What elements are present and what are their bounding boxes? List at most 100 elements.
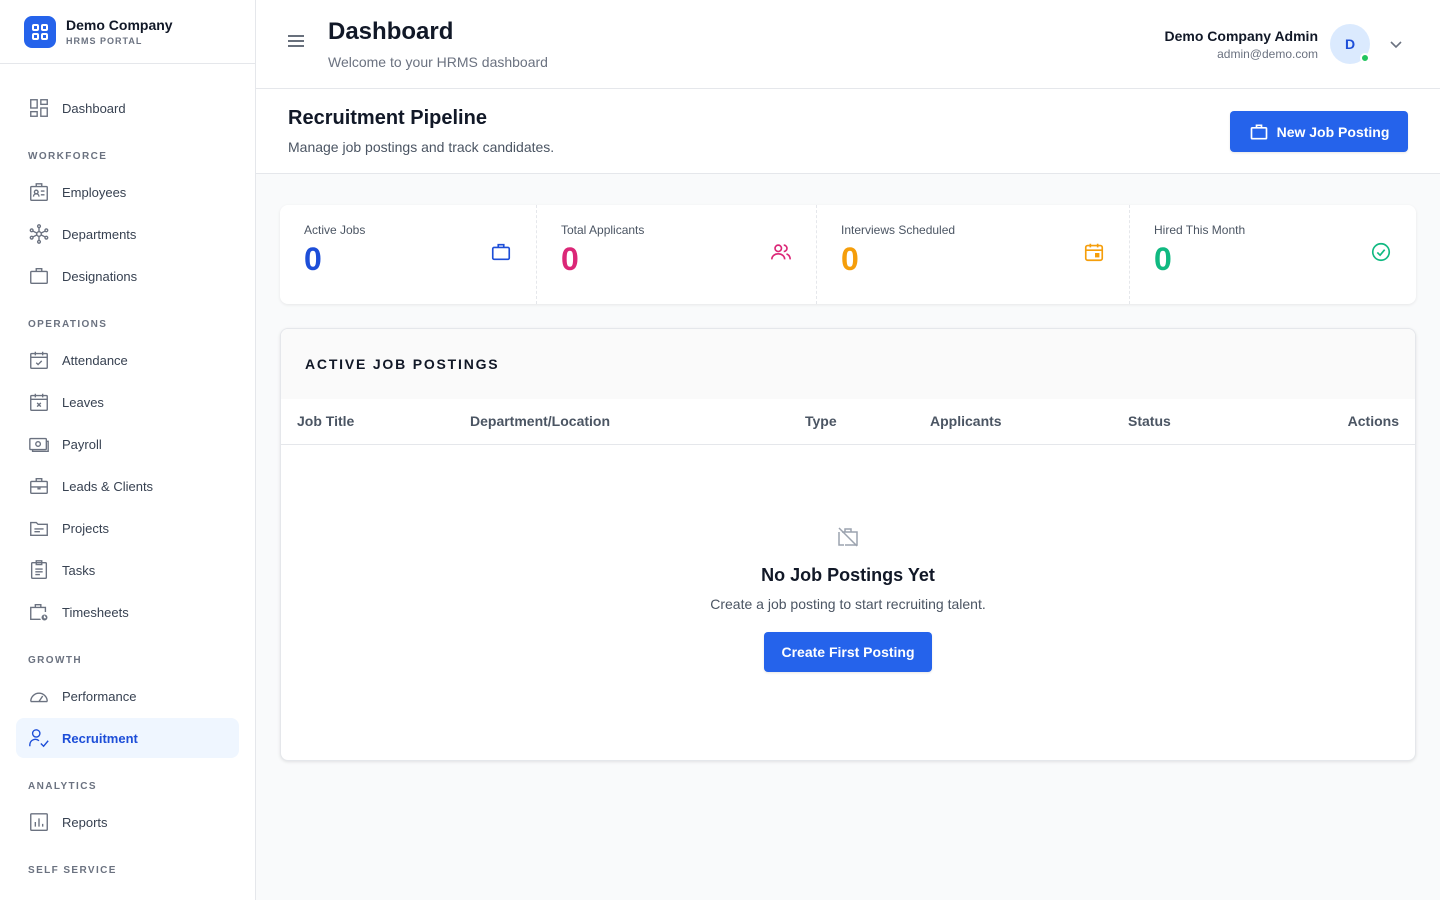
card-header: ACTIVE JOB POSTINGS xyxy=(281,329,1415,399)
column-department[interactable]: Department/Location xyxy=(470,413,610,429)
section-workforce: WORKFORCE xyxy=(28,151,108,162)
stat-value: 0 xyxy=(304,241,322,277)
briefcase-icon xyxy=(491,243,511,261)
briefcase-user-icon xyxy=(30,477,48,495)
card-title: ACTIVE JOB POSTINGS xyxy=(305,356,500,372)
users-icon xyxy=(771,244,791,260)
create-first-posting-button[interactable]: Create First Posting xyxy=(764,632,932,672)
stat-label: Active Jobs xyxy=(304,223,366,237)
stat-hired-this-month: Hired This Month 0 xyxy=(1130,205,1416,304)
sidebar-item-label: Designations xyxy=(62,268,138,284)
sidebar-item-projects[interactable]: Projects xyxy=(16,508,239,548)
empty-state-title: No Job Postings Yet xyxy=(761,565,935,585)
stat-active-jobs: Active Jobs 0 xyxy=(280,205,537,304)
column-actions: Actions xyxy=(1347,413,1399,429)
sidebar-item-label: Leaves xyxy=(62,394,104,410)
stat-value: 0 xyxy=(1154,241,1172,277)
briefcase-icon xyxy=(1250,124,1267,139)
calendar-x-icon xyxy=(30,393,48,411)
cash-icon xyxy=(29,437,49,453)
column-applicants[interactable]: Applicants xyxy=(930,413,1002,429)
sidebar-item-label: Projects xyxy=(62,520,109,536)
briefcase-off-icon xyxy=(838,527,858,547)
gauge-icon xyxy=(30,692,48,703)
sidebar-item-payroll[interactable]: Payroll xyxy=(16,424,239,464)
check-circle-icon xyxy=(1371,242,1391,262)
sidebar-item-leads[interactable]: Leads & Clients xyxy=(16,466,239,506)
user-check-icon xyxy=(29,729,49,748)
section-title: Recruitment Pipeline xyxy=(288,107,487,129)
sidebar-nav: Dashboard WORKFORCE Employees Department… xyxy=(0,64,255,876)
sidebar-item-departments[interactable]: Departments xyxy=(16,214,239,254)
column-status[interactable]: Status xyxy=(1128,413,1171,429)
empty-state-subtitle: Create a job posting to start recruiting… xyxy=(710,596,986,612)
stat-label: Interviews Scheduled xyxy=(841,223,956,237)
clipboard-list-icon xyxy=(30,560,48,579)
empty-state: No Job Postings Yet Create a job posting… xyxy=(281,445,1415,672)
folder-icon xyxy=(30,521,48,537)
sidebar: Demo Company HRMS PORTAL Dashboard WORKF… xyxy=(0,0,256,900)
calendar-icon xyxy=(1084,243,1104,262)
sidebar-item-designations[interactable]: Designations xyxy=(16,256,239,296)
avatar[interactable]: D xyxy=(1330,24,1370,64)
section-analytics: ANALYTICS xyxy=(28,781,97,792)
topbar: Dashboard Welcome to your HRMS dashboard… xyxy=(256,0,1440,89)
id-card-icon xyxy=(30,183,48,201)
user-menu[interactable]: Demo Company Admin admin@demo.com D xyxy=(1165,24,1405,64)
sidebar-item-performance[interactable]: Performance xyxy=(16,676,239,716)
sidebar-item-label: Recruitment xyxy=(62,730,138,746)
user-name: Demo Company Admin xyxy=(1164,27,1319,44)
section-operations: OPERATIONS xyxy=(28,319,108,330)
stat-value: 0 xyxy=(841,241,859,277)
brand-subtitle: HRMS PORTAL xyxy=(66,36,143,46)
grid-logo-icon xyxy=(24,15,56,48)
column-type[interactable]: Type xyxy=(805,413,837,429)
bar-chart-icon xyxy=(30,813,48,831)
sidebar-item-label: Employees xyxy=(62,184,127,200)
stat-interviews-scheduled: Interviews Scheduled 0 xyxy=(817,205,1130,304)
network-icon xyxy=(29,224,49,244)
chevron-down-icon[interactable] xyxy=(1388,36,1404,52)
new-job-posting-button[interactable]: New Job Posting xyxy=(1230,111,1408,152)
recruitment-header: Recruitment Pipeline Manage job postings… xyxy=(256,89,1440,174)
job-postings-card: ACTIVE JOB POSTINGS Job Title Department… xyxy=(280,328,1416,761)
dashboard-icon xyxy=(30,99,48,117)
section-self-service: SELF SERVICE xyxy=(28,865,117,876)
stats-row: Active Jobs 0 Total Applicants 0 Intervi… xyxy=(280,205,1416,304)
sidebar-item-tasks[interactable]: Tasks xyxy=(16,550,239,590)
sidebar-item-recruitment[interactable]: Recruitment xyxy=(16,718,239,758)
sidebar-item-timesheets[interactable]: Timesheets xyxy=(16,592,239,632)
sidebar-item-attendance[interactable]: Attendance xyxy=(16,340,239,380)
sidebar-item-employees[interactable]: Employees xyxy=(16,172,239,212)
avatar-initial: D xyxy=(1344,36,1356,52)
user-email: admin@demo.com xyxy=(1217,46,1318,61)
page-title: Dashboard xyxy=(328,18,454,45)
online-status-dot xyxy=(1360,53,1370,63)
brand[interactable]: Demo Company HRMS PORTAL xyxy=(0,0,255,64)
sidebar-item-label: Payroll xyxy=(62,436,102,452)
hamburger-menu-icon[interactable] xyxy=(286,31,306,51)
sidebar-item-label: Attendance xyxy=(62,352,128,368)
stat-value: 0 xyxy=(561,241,579,277)
section-growth: GROWTH xyxy=(28,655,82,666)
table-header: Job Title Department/Location Type Appli… xyxy=(281,399,1415,445)
sidebar-item-label: Tasks xyxy=(62,562,96,578)
sidebar-item-label: Reports xyxy=(62,814,108,830)
page-subtitle: Welcome to your HRMS dashboard xyxy=(328,54,548,70)
stat-label: Total Applicants xyxy=(561,223,645,237)
brand-name: Demo Company xyxy=(66,17,173,33)
column-job-title[interactable]: Job Title xyxy=(297,413,354,429)
briefcase-clock-icon xyxy=(30,603,49,622)
sidebar-item-leaves[interactable]: Leaves xyxy=(16,382,239,422)
sidebar-item-label: Timesheets xyxy=(62,604,129,620)
stat-label: Hired This Month xyxy=(1154,223,1246,237)
stat-total-applicants: Total Applicants 0 xyxy=(537,205,817,304)
new-job-posting-label: New Job Posting xyxy=(1276,123,1390,140)
sidebar-item-reports[interactable]: Reports xyxy=(16,802,239,842)
sidebar-item-label: Performance xyxy=(62,688,137,704)
sidebar-item-label: Dashboard xyxy=(62,100,126,116)
section-subtitle: Manage job postings and track candidates… xyxy=(288,139,555,155)
sidebar-item-dashboard[interactable]: Dashboard xyxy=(16,88,239,128)
sidebar-item-label: Leads & Clients xyxy=(62,478,154,494)
sidebar-item-label: Departments xyxy=(62,226,137,242)
